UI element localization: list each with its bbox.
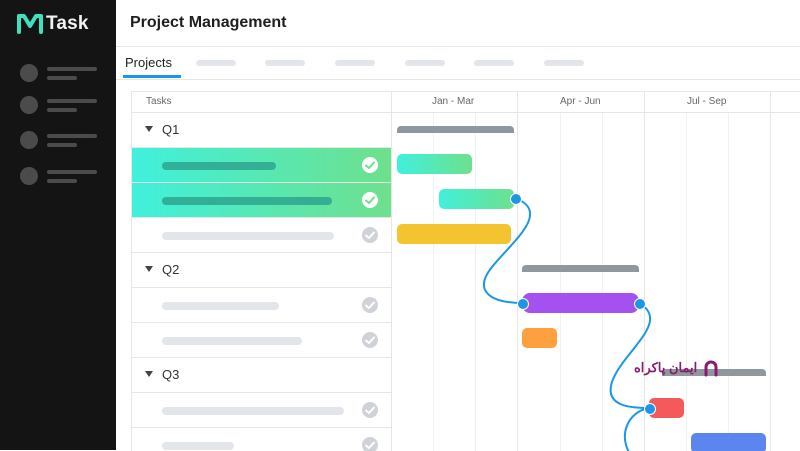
- tasks-column-header: Tasks: [146, 96, 172, 107]
- sidebar-item[interactable]: [20, 131, 97, 149]
- summary-bar[interactable]: [397, 126, 514, 133]
- check-icon[interactable]: [362, 437, 378, 451]
- group-row[interactable]: Q1: [132, 113, 391, 148]
- group-label: Q1: [162, 122, 180, 137]
- tab-placeholder[interactable]: [474, 60, 514, 66]
- connector-handle[interactable]: [517, 298, 529, 310]
- group-label: Q3: [162, 367, 180, 382]
- connector-handle[interactable]: [634, 298, 646, 310]
- check-icon[interactable]: [362, 192, 378, 208]
- app-name: Task: [46, 13, 89, 34]
- tab-placeholder[interactable]: [196, 60, 236, 66]
- group-row[interactable]: Q2: [132, 253, 391, 288]
- sidebar-item-icon: [20, 167, 38, 185]
- tab-placeholder[interactable]: [405, 60, 445, 66]
- task-row[interactable]: [132, 393, 391, 428]
- check-icon[interactable]: [362, 227, 378, 243]
- gantt-chart: Tasks Jan - Mar Apr - Jun Jul - Sep Q1 Q…: [131, 91, 800, 451]
- app-logo[interactable]: Task: [17, 13, 89, 35]
- task-row[interactable]: [132, 148, 391, 183]
- period-header: Jul - Sep: [687, 96, 727, 107]
- check-icon[interactable]: [362, 157, 378, 173]
- task-bar[interactable]: [691, 433, 766, 451]
- task-name: [162, 232, 334, 240]
- logo-icon: [17, 14, 43, 34]
- check-icon[interactable]: [362, 332, 378, 348]
- page-title: Project Management: [130, 14, 287, 31]
- connector-handle[interactable]: [510, 193, 522, 205]
- sidebar-item[interactable]: [20, 96, 97, 114]
- watermark: ایمان پاکراه: [634, 359, 720, 377]
- task-name: [162, 302, 279, 310]
- task-bar[interactable]: [522, 293, 639, 313]
- group-row[interactable]: Q3: [132, 358, 391, 393]
- task-row[interactable]: [132, 288, 391, 323]
- task-row[interactable]: [132, 323, 391, 358]
- task-name: [162, 337, 302, 345]
- task-name: [162, 442, 234, 450]
- tab-bar: Projects: [116, 47, 800, 80]
- check-icon[interactable]: [362, 402, 378, 418]
- summary-bar[interactable]: [522, 265, 639, 272]
- sidebar-item-icon: [20, 96, 38, 114]
- connector-handle[interactable]: [644, 403, 656, 415]
- active-tab-indicator: [123, 75, 181, 78]
- task-bar[interactable]: [397, 154, 472, 174]
- caret-down-icon[interactable]: [145, 266, 153, 272]
- task-row[interactable]: [132, 428, 391, 451]
- watermark-logo-icon: [704, 360, 718, 377]
- task-bar[interactable]: [397, 224, 511, 244]
- task-row[interactable]: [132, 218, 391, 253]
- sidebar-item-icon: [20, 131, 38, 149]
- task-bar[interactable]: [522, 328, 557, 348]
- period-header: Jan - Mar: [432, 96, 475, 107]
- task-name: [162, 197, 332, 205]
- tab-projects[interactable]: Projects: [125, 55, 172, 70]
- task-name: [162, 162, 276, 170]
- tab-placeholder[interactable]: [265, 60, 305, 66]
- check-icon[interactable]: [362, 297, 378, 313]
- task-row[interactable]: [132, 183, 391, 218]
- task-name: [162, 407, 344, 415]
- top-bar: Project Management: [116, 0, 800, 47]
- tab-placeholder[interactable]: [335, 60, 375, 66]
- sidebar-item[interactable]: [20, 167, 97, 185]
- task-bar[interactable]: [439, 189, 514, 209]
- period-header: Apr - Jun: [560, 96, 601, 107]
- caret-down-icon[interactable]: [145, 371, 153, 377]
- watermark-text: ایمان پاکراه: [634, 360, 698, 375]
- sidebar-item-icon: [20, 64, 38, 82]
- tab-placeholder[interactable]: [544, 60, 584, 66]
- caret-down-icon[interactable]: [145, 126, 153, 132]
- sidebar-item[interactable]: [20, 64, 97, 82]
- group-label: Q2: [162, 262, 180, 277]
- sidebar: Task: [0, 0, 116, 450]
